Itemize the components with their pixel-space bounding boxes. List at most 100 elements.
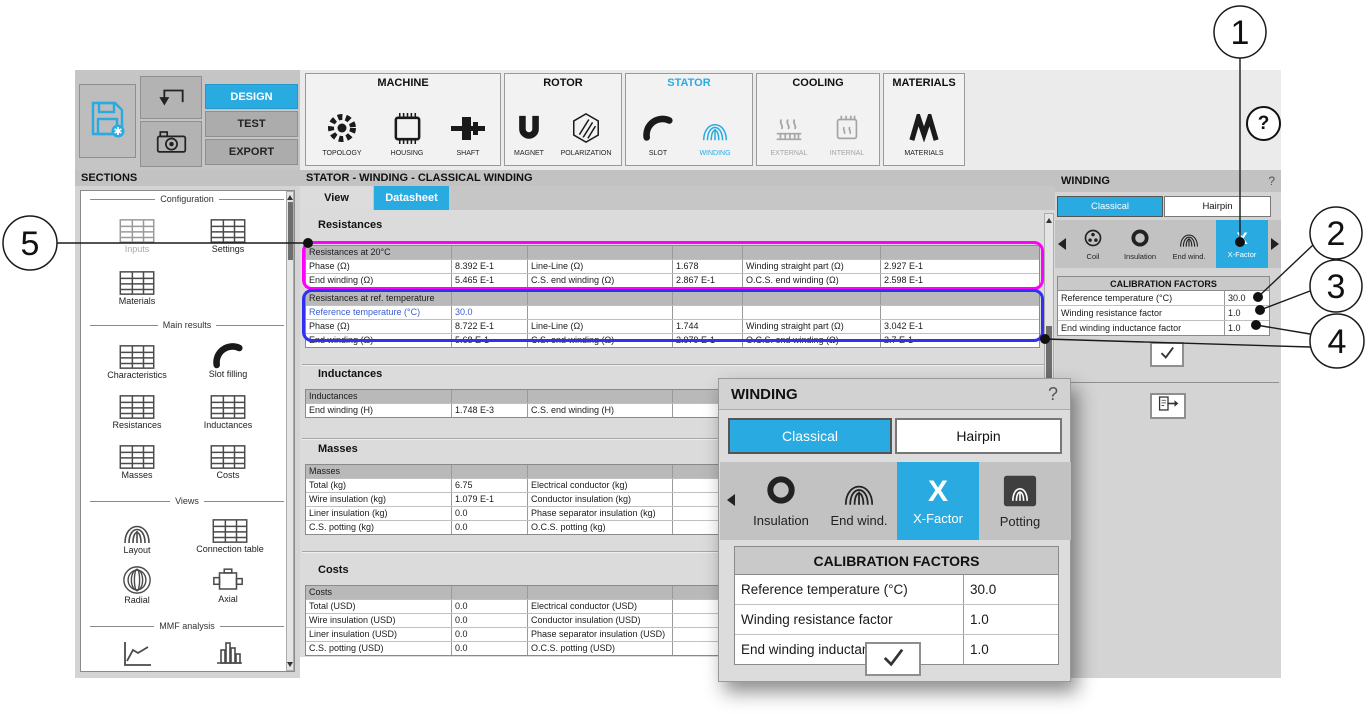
table-cell: Reference temperature (°C)	[306, 306, 451, 319]
insulation-icon	[1130, 228, 1150, 250]
table-cell: Winding resistance factor	[1058, 306, 1224, 320]
sidebar-item-masses[interactable]: Masses	[94, 444, 180, 480]
winding-dialog: WINDING ? Classical Hairpin Insulation E…	[718, 378, 1071, 682]
sidebar-item-inductances[interactable]: Inductances	[185, 394, 271, 430]
callout-label-1: 1	[1231, 14, 1250, 52]
sidebar-item-mmf-harmonics[interactable]	[185, 636, 271, 666]
toolbar-item-polarization[interactable]: POLARIZATION	[553, 106, 619, 157]
scroll-down-icon[interactable]	[287, 662, 293, 667]
sidebar-item-characteristics[interactable]: Characteristics	[94, 344, 180, 380]
screenshot-button[interactable]	[140, 121, 202, 167]
callout-label-5: 5	[21, 225, 40, 263]
hairpin-button[interactable]: Hairpin	[1164, 196, 1271, 217]
table-cell	[742, 246, 880, 259]
sidebar-item-resistances[interactable]: Resistances	[94, 394, 180, 430]
sidebar-item-layout[interactable]: Layout	[94, 515, 180, 555]
sidebar-scrollbar[interactable]	[286, 191, 294, 671]
sidebar-item-costs[interactable]: Costs	[185, 444, 271, 480]
nav-prev-icon[interactable]	[1058, 238, 1066, 250]
nav-tile-coil[interactable]: Coil	[1070, 220, 1116, 268]
sidebar-item-materials[interactable]: Materials	[94, 270, 180, 306]
table-cell: O.C.S. end winding (Ω)	[742, 274, 880, 287]
scroll-up-icon[interactable]	[287, 195, 293, 200]
toolbar-item-winding[interactable]: WINDING	[689, 106, 741, 157]
dialog-help-icon[interactable]: ?	[1048, 384, 1058, 405]
toolbar-item-shaft[interactable]: SHAFT	[442, 106, 494, 157]
table-row: Reference temperature (°C)30.0	[306, 305, 1039, 319]
toolbar-item-magnet[interactable]: MAGNET	[507, 106, 551, 157]
nav-next-icon[interactable]	[1271, 238, 1279, 250]
table-cell[interactable]: 30.0	[1224, 291, 1269, 305]
table-cell: Phase separator insulation (USD)	[527, 628, 672, 641]
toolbar-item-materials[interactable]: MATERIALS	[893, 106, 955, 157]
scroll-up-icon[interactable]	[1046, 218, 1052, 223]
potting-icon	[1002, 474, 1038, 511]
tab-test[interactable]: TEST	[205, 111, 298, 137]
sidebar-item-connection-table[interactable]: Connection table	[185, 518, 275, 554]
screen: DESIGN TEST EXPORT MACHINE TOPOLOGY HOUS…	[0, 0, 1369, 714]
table-cell[interactable]: 1.0	[1224, 321, 1269, 335]
topology-icon	[324, 110, 360, 146]
dialog-classical-button[interactable]: Classical	[728, 418, 892, 454]
divider-views: Views	[90, 496, 284, 506]
x-factor-icon: X	[928, 476, 948, 508]
axial-view-icon	[211, 567, 245, 594]
table-cell: O.C.S. end winding (Ω)	[742, 334, 880, 347]
sidebar-item-axial[interactable]: Axial	[185, 567, 271, 604]
table-cell: 2.867 E-1	[672, 274, 742, 287]
table-row: Phase (Ω)8.722 E-1Line-Line (Ω)1.744Wind…	[306, 319, 1039, 333]
dialog-nav-prev-icon[interactable]	[727, 494, 735, 506]
table-cell[interactable]: 1.0	[1224, 306, 1269, 320]
sidebar-item-slot-filling[interactable]: Slot filling	[185, 342, 271, 379]
dialog-nav-potting[interactable]: Potting	[979, 462, 1061, 540]
tab-view[interactable]: View	[300, 186, 373, 210]
help-button[interactable]: ?	[1246, 106, 1281, 141]
table-cell	[672, 306, 742, 319]
table-cell[interactable]: 1.0	[963, 605, 1058, 634]
table-cell: O.C.S. potting (USD)	[527, 642, 672, 655]
table-cell: C.S. potting (kg)	[306, 521, 451, 534]
classical-button[interactable]: Classical	[1057, 196, 1163, 217]
table-cell[interactable]: 1.0	[963, 635, 1058, 664]
toolbar-item-housing[interactable]: HOUSING	[378, 106, 436, 157]
undo-button[interactable]	[140, 76, 202, 119]
nav-tile-insulation[interactable]: Insulation	[1116, 220, 1164, 268]
sidebar-scrollbar-thumb[interactable]	[288, 202, 293, 260]
table-cell: Inductances	[306, 390, 451, 403]
undo-icon	[155, 83, 187, 113]
panel-help-icon[interactable]: ?	[1268, 174, 1275, 188]
callout-circle-2	[1310, 207, 1362, 259]
tab-export[interactable]: EXPORT	[205, 139, 298, 165]
dialog-nav-x-factor[interactable]: X X-Factor	[897, 462, 979, 540]
table-cell: End winding (H)	[306, 404, 451, 417]
dialog-nav-insulation[interactable]: Insulation	[741, 462, 821, 540]
table-cell: Winding straight part (Ω)	[742, 260, 880, 273]
validate-button[interactable]	[1150, 342, 1184, 367]
dialog-validate-button[interactable]	[865, 642, 921, 676]
panel-divider	[1057, 382, 1279, 383]
table-row: End winding inductance factor1.0	[1058, 320, 1269, 335]
tab-design[interactable]: DESIGN	[205, 84, 298, 109]
table-cell: Phase (Ω)	[306, 320, 451, 333]
export-results-button[interactable]	[1150, 393, 1186, 419]
callout-circle-5	[3, 216, 57, 270]
table-cell: C.S. potting (USD)	[306, 642, 451, 655]
nav-tile-end-winding[interactable]: End wind.	[1164, 220, 1214, 268]
table-cell: Electrical conductor (USD)	[527, 600, 672, 613]
dialog-hairpin-button[interactable]: Hairpin	[895, 418, 1062, 454]
toolbar-item-slot[interactable]: SLOT	[637, 106, 679, 157]
save-button[interactable]	[79, 84, 136, 158]
toolbar-item-topology[interactable]: TOPOLOGY	[312, 106, 372, 157]
table-cell: 1.744	[672, 320, 742, 333]
check-icon	[881, 646, 905, 673]
table-cell: 2.7 E-1	[880, 334, 1039, 347]
table-cell[interactable]: 30.0	[963, 575, 1058, 604]
dialog-nav-end-winding[interactable]: End wind.	[821, 462, 897, 540]
sidebar-item-settings[interactable]: Settings	[185, 218, 271, 254]
sidebar-item-radial[interactable]: Radial	[94, 565, 180, 605]
group-cooling-title: COOLING	[757, 77, 879, 89]
nav-tile-x-factor[interactable]: X X-Factor	[1216, 220, 1268, 268]
tab-datasheet[interactable]: Datasheet	[374, 186, 449, 210]
sidebar-item-mmf-curve[interactable]	[94, 638, 180, 668]
table-row: Phase (Ω)8.392 E-1Line-Line (Ω)1.678Wind…	[306, 259, 1039, 273]
